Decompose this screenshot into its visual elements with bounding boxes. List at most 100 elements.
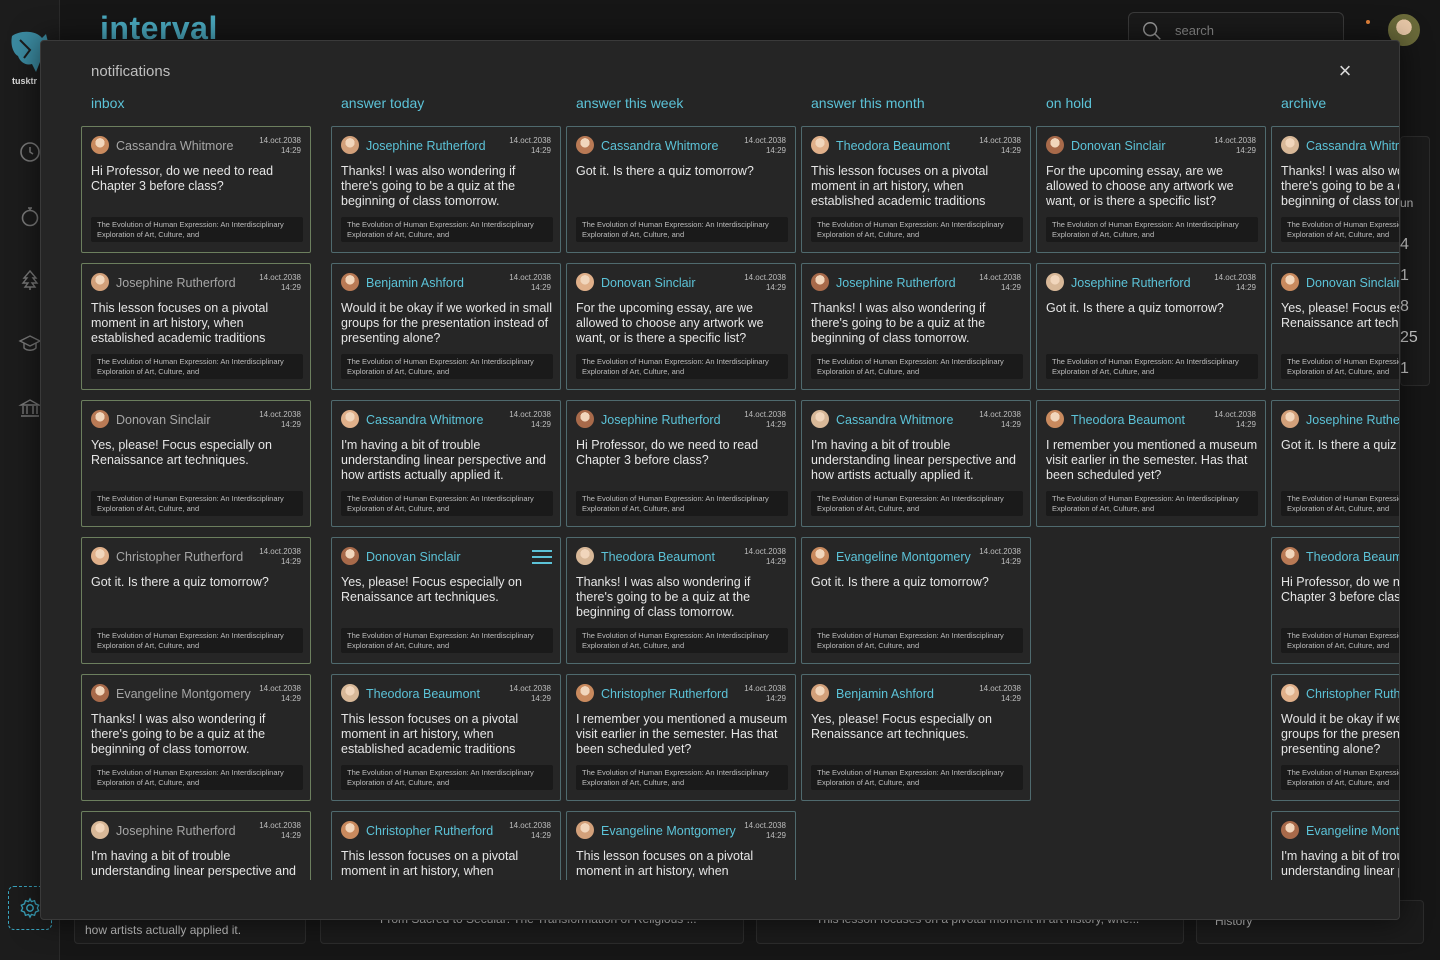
notification-dot	[1366, 20, 1370, 24]
message-text: Yes, please! Focus especially on Renaiss…	[811, 712, 992, 741]
course-tag: The Evolution of Human Expression: An In…	[91, 765, 303, 790]
notification-card[interactable]: Theodora Beaumont 14.oct.2038 14:29 This le…	[331, 674, 561, 801]
background-text: how artists actually applied it.	[85, 923, 242, 937]
sender-name: Evangeline Montgomery	[836, 550, 971, 564]
course-tag: The Evolution of Human Expression: An In…	[91, 354, 303, 379]
notification-card[interactable]: Josephine Rutherford 14.oct.2038 14:29 Than…	[801, 263, 1031, 390]
notification-card[interactable]: Christopher Rutherford 14.oct.2038 14:29 I …	[566, 674, 796, 801]
timer-icon[interactable]	[18, 204, 42, 228]
timestamp: 14.oct.2038 14:29	[979, 273, 1021, 293]
notification-card[interactable]: Benjamin Ashford 14.oct.2038 14:29 Would it…	[331, 263, 561, 390]
notification-card[interactable]: Christopher Rutherford 14.oct.2038 14:29 Th…	[331, 811, 561, 880]
timestamp: 14.oct.2038 14:29	[744, 410, 786, 430]
notification-card[interactable]: Theodora Beaumont Hi Professor, do we nee…	[1271, 537, 1399, 664]
message-text: Thanks! I was also wondering if there's …	[576, 575, 751, 619]
notification-card[interactable]: Evangeline Montgomery 14.oct.2038 14:29 Got…	[801, 537, 1031, 664]
sender-name: Theodora Beaumont	[836, 139, 950, 153]
notification-card[interactable]: Evangeline Montgomery I'm having a bit of…	[1271, 811, 1399, 880]
notification-card[interactable]: Theodora Beaumont 14.oct.2038 14:29 I remem…	[1036, 400, 1266, 527]
message-text: Got it. Is there a quiz tomorrow?	[1281, 438, 1399, 452]
message-text: Thanks! I was also wondering if there's …	[1281, 164, 1399, 208]
date: 14.oct.2038	[1214, 410, 1256, 419]
notification-card[interactable]: Josephine Rutherford 14.oct.2038 14:29 Got …	[1036, 263, 1266, 390]
message-text: This lesson focuses on a pivotal moment …	[576, 849, 754, 878]
notification-card[interactable]: Josephine Rutherford Got it. Is there a q…	[1271, 400, 1400, 527]
time: 14:29	[765, 831, 786, 840]
avatar	[91, 547, 109, 565]
graduation-cap-icon[interactable]	[18, 332, 42, 356]
sender-name: Josephine Rutherford	[601, 413, 721, 427]
message-text: Hi Professor, do we need to read Chapter…	[91, 164, 274, 193]
sender-name: Josephine Rutherford	[1306, 413, 1400, 427]
timestamp: 14.oct.2038 14:29	[744, 136, 786, 156]
modal-title: notifications	[91, 63, 171, 80]
course-tag: The Evolution of Human Expression: An In…	[811, 765, 1023, 790]
institution-icon[interactable]	[18, 396, 42, 420]
timestamp: 14.oct.2038 14:29	[509, 684, 551, 704]
timestamp: 14.oct.2038 14:29	[509, 821, 551, 841]
message-text: Got it. Is there a quiz tomorrow?	[91, 575, 269, 589]
timestamp: 14.oct.2038 14:29	[1214, 273, 1256, 293]
background-number: 1	[1400, 267, 1409, 284]
notification-card[interactable]: Benjamin Ashford 14.oct.2038 14:29 Yes, ple…	[801, 674, 1031, 801]
timestamp: 14.oct.2038 14:29	[259, 684, 301, 704]
close-button[interactable]: ×	[1335, 60, 1355, 82]
message-text: For the upcoming essay, are we allowed t…	[576, 301, 764, 345]
course-tag: The Evolution of Human Expression: An In…	[341, 491, 553, 516]
avatar	[1046, 273, 1064, 291]
time: 14:29	[280, 694, 301, 703]
course-tag: The Evolution of Human Expression: An In…	[811, 628, 1023, 653]
tree-icon[interactable]	[18, 268, 42, 292]
notifications-modal: notifications × inbox Cassandra Whitmore 1…	[40, 40, 1400, 920]
course-tag: The Evolution of Human Expression: An In…	[91, 628, 303, 653]
notification-card[interactable]: Cassandra Whitmore Thanks! I was also won…	[1271, 126, 1399, 253]
notification-card[interactable]: Donovan Sinclair 14.oct.2038 14:29 For the …	[566, 263, 796, 390]
notification-card[interactable]: Donovan Sinclair 14.oct.2038 14:29 Yes, ple…	[81, 400, 311, 527]
course-tag: The Evolution of Human Expression: An In…	[1046, 217, 1258, 242]
notification-card[interactable]: Josephine Rutherford 14.oct.2038 14:29 I'm …	[81, 811, 311, 880]
avatar	[811, 136, 829, 154]
notification-card[interactable]: Josephine Rutherford 14.oct.2038 14:29 Hi P…	[566, 400, 796, 527]
notification-card[interactable]: Donovan Sinclair 14.oct.2038 14:29 For the …	[1036, 126, 1266, 253]
column-on-hold: on hold Donovan Sinclair 14.oct.2038 14:29 F…	[1036, 91, 1266, 537]
notification-card[interactable]: Donovan Sinclair Yes, please! Focus espec…	[1271, 263, 1400, 390]
course-tag: The Evolution of Human Expression: An In…	[91, 217, 303, 242]
avatar	[811, 684, 829, 702]
sender-name: Cassandra Whitmore	[601, 139, 719, 153]
sender-name: Theodora Beaumont	[1071, 413, 1185, 427]
notification-card[interactable]: Christopher Rutherford Would it be okay i…	[1271, 674, 1399, 801]
timestamp: 14.oct.2038 14:29	[259, 410, 301, 430]
avatar	[1281, 136, 1299, 154]
notification-card[interactable]: Theodora Beaumont 14.oct.2038 14:29 Thanks!…	[566, 537, 796, 664]
notification-card[interactable]: Josephine Rutherford 14.oct.2038 14:29 Than…	[331, 126, 561, 253]
column-answer-this-week: answer this week Cassandra Whitmore 14.oct…	[566, 91, 796, 880]
notification-card[interactable]: Evangeline Montgomery 14.oct.2038 14:29 Thi…	[566, 811, 796, 880]
time: 14:29	[280, 557, 301, 566]
date: 14.oct.2038	[259, 273, 301, 282]
notification-card[interactable]: Cassandra Whitmore 14.oct.2038 14:29 I'm ha…	[331, 400, 561, 527]
avatar	[341, 547, 359, 565]
course-tag: The Evolution of Human Expression: An In…	[1281, 354, 1399, 379]
course-tag: The Evolution of Human Expression: An In…	[576, 217, 788, 242]
notification-card[interactable]: Cassandra Whitmore 14.oct.2038 14:29 I'm ha…	[801, 400, 1031, 527]
course-tag: The Evolution of Human Expression: An In…	[576, 628, 788, 653]
course-tag: The Evolution of Human Expression: An In…	[1281, 491, 1399, 516]
notification-card[interactable]: Cassandra Whitmore 14.oct.2038 14:29 Hi Pro…	[81, 126, 311, 253]
date: 14.oct.2038	[259, 547, 301, 556]
sender-name: Evangeline Montgomery	[116, 687, 251, 701]
notification-card[interactable]: Donovan Sinclair Yes, please! Focus espec…	[331, 537, 561, 664]
notification-card[interactable]: Josephine Rutherford 14.oct.2038 14:29 This…	[81, 263, 311, 390]
notification-card[interactable]: Christopher Rutherford 14.oct.2038 14:29 Go…	[81, 537, 311, 664]
menu-icon[interactable]	[532, 550, 552, 564]
notification-card[interactable]: Evangeline Montgomery 14.oct.2038 14:29 Tha…	[81, 674, 311, 801]
avatar	[576, 136, 594, 154]
avatar	[576, 821, 594, 839]
timestamp: 14.oct.2038 14:29	[259, 273, 301, 293]
sender-name: Donovan Sinclair	[601, 276, 696, 290]
date: 14.oct.2038	[744, 273, 786, 282]
clock-icon[interactable]	[18, 140, 42, 164]
notification-card[interactable]: Theodora Beaumont 14.oct.2038 14:29 This le…	[801, 126, 1031, 253]
time: 14:29	[1235, 146, 1256, 155]
notification-card[interactable]: Cassandra Whitmore 14.oct.2038 14:29 Got it…	[566, 126, 796, 253]
sender-name: Donovan Sinclair	[1306, 276, 1400, 290]
